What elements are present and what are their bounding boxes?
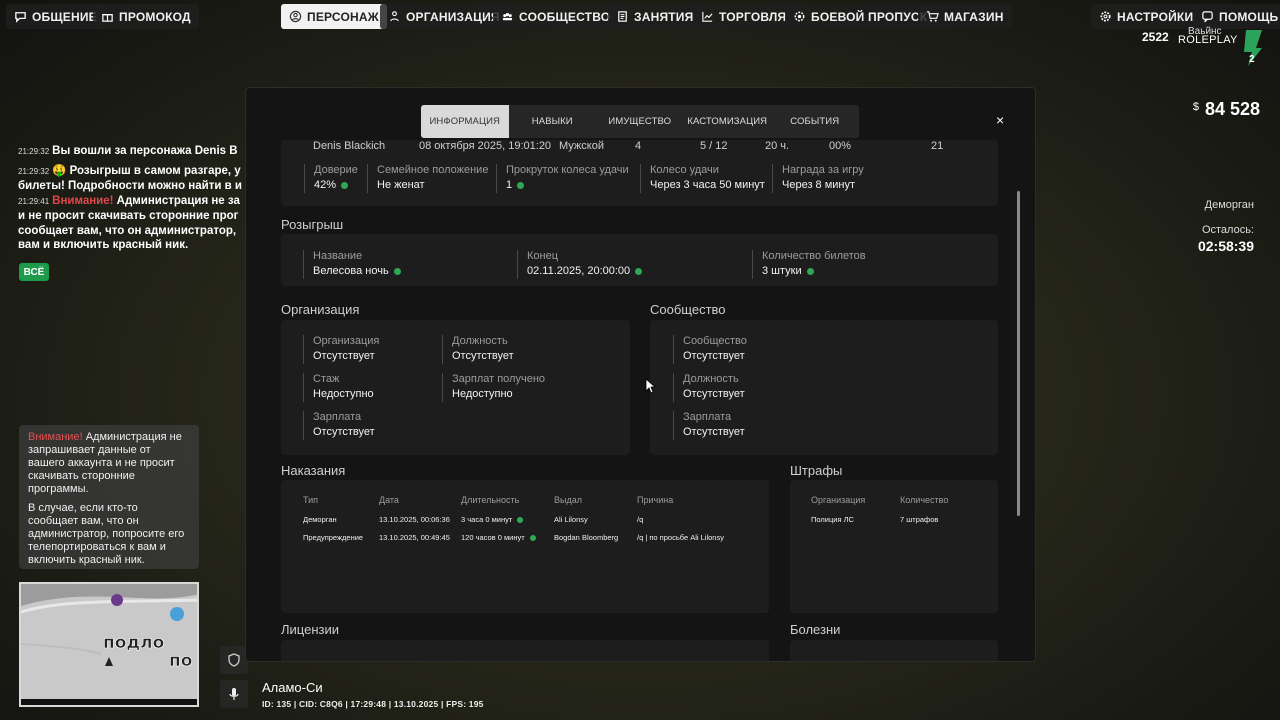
session-info: ID: 135 | CID: C8Q6 | 17:29:48 | 13.10.2… — [262, 699, 484, 709]
col-reason: Причина — [637, 495, 674, 505]
shield-icon — [228, 653, 240, 667]
top-nav-bar: ОБЩЕНИЕ ПРОМОКОД ПЕРСОНАЖ ОРГАНИЗАЦИЯ СО… — [0, 4, 1280, 30]
status-dot-icon — [635, 267, 643, 275]
raffle-tickets-field: Количество билетов 3 штуки — [752, 250, 866, 279]
community-title: Сообщество — [650, 302, 726, 317]
nav-trade-button[interactable]: ТОРГОВЛЯ — [693, 4, 795, 29]
field-play-reward: Награда за игру Через 8 минут — [772, 164, 864, 193]
org-tenure-field: Стаж Недоступно — [303, 373, 374, 402]
server-logo: 2522 Ваьйнс ROLEPLAY 2 — [1140, 26, 1265, 70]
nav-activities-button[interactable]: ЗАНЯТИЯ — [608, 4, 702, 29]
licenses-title: Лицензии — [281, 622, 339, 637]
tab-skills[interactable]: НАВЫКИ — [509, 105, 597, 138]
diseases-card — [790, 640, 998, 661]
group-icon — [501, 10, 514, 23]
nav-community-button[interactable]: СООБЩЕСТВО — [493, 4, 619, 29]
raffle-title: Розыгрыш — [281, 217, 344, 232]
user-circle-icon — [289, 10, 302, 23]
svg-text:по: по — [169, 651, 192, 671]
svg-text:подло: подло — [103, 633, 164, 653]
gift-icon — [101, 10, 114, 23]
field-marital: Семейное положение Не женат — [367, 164, 488, 193]
col-type: Тип — [303, 495, 319, 505]
community-name-field: Сообщество Отсутствует — [673, 335, 747, 364]
logo-badge-icon: 2 — [1244, 30, 1262, 66]
licenses-card — [281, 640, 769, 661]
tab-information[interactable]: ИНФОРМАЦИЯ — [421, 105, 509, 138]
organization-title: Организация — [281, 302, 360, 317]
modal-tabs: ИНФОРМАЦИЯ НАВЫКИ ИМУЩЕСТВО КАСТОМИЗАЦИЯ… — [421, 105, 859, 138]
org-name-field: Организация Отсутствует — [303, 335, 379, 364]
gear-icon — [1099, 10, 1112, 23]
col-issuer: Выдал — [554, 495, 582, 505]
admin-notice: Внимание! Администрация не запрашивает д… — [19, 425, 199, 569]
minimap[interactable]: подло по — [19, 582, 199, 707]
info-cut-row: Denis Blackich 08 октября 2025, 19:01:20… — [313, 140, 944, 152]
gear-badge-icon — [793, 10, 806, 23]
raffle-end-field: Конец 02.11.2025, 20:00:00 — [517, 250, 643, 279]
chat-all-button[interactable]: ВСЁ — [19, 263, 49, 281]
field-wheel: Колесо удачи Через 3 часа 50 минут — [640, 164, 765, 193]
nav-shop-button[interactable]: МАГАЗИН — [918, 4, 1012, 29]
punishments-card — [281, 480, 769, 613]
svg-text:2: 2 — [1249, 54, 1255, 65]
nav-battlepass-button[interactable]: БОЕВОЙ ПРОПУСК — [785, 4, 936, 29]
field-wheel-spins: Прокруток колеса удачи 1 — [496, 164, 629, 193]
minimap-svg: подло по — [21, 584, 197, 705]
currency-sign: $ — [1192, 101, 1199, 113]
diseases-title: Болезни — [790, 622, 841, 637]
logo-number: 2522 — [1142, 30, 1169, 44]
nav-organization-button[interactable]: ОРГАНИЗАЦИЯ — [380, 4, 508, 29]
punishments-title: Наказания — [281, 463, 346, 478]
status-dot-icon — [529, 534, 536, 541]
nav-promo-button[interactable]: ПРОМОКОД — [93, 4, 199, 29]
community-position-field: Должность Отсутствует — [673, 373, 745, 402]
location-name: Аламо-Си — [262, 680, 323, 695]
people-icon — [388, 10, 401, 23]
help-bubble-icon — [1201, 10, 1214, 23]
microphone-icon — [229, 688, 239, 700]
org-position-field: Должность Отсутствует — [442, 335, 514, 364]
fines-title: Штрафы — [790, 463, 843, 478]
money-face-icon: 🤑 — [52, 164, 67, 177]
voice-mic-button[interactable] — [220, 680, 248, 708]
org-salaries-field: Зарплат получено Недоступно — [442, 373, 545, 402]
status-dot-icon — [517, 181, 525, 189]
raffle-name-field: Название Велесова ночь — [303, 250, 401, 279]
character-modal: ИНФОРМАЦИЯ НАВЫКИ ИМУЩЕСТВО КАСТОМИЗАЦИЯ… — [245, 87, 1036, 662]
cart-icon — [926, 10, 939, 23]
close-button[interactable]: × — [996, 112, 1004, 128]
chat-bubble-icon — [14, 10, 27, 23]
col-duration: Длительность — [461, 495, 520, 505]
money-display: $ 84 528 — [1193, 99, 1260, 120]
scrollbar-thumb[interactable] — [1017, 191, 1020, 516]
remaining-time: 02:58:39 — [1197, 238, 1254, 254]
status-dot-icon — [517, 516, 524, 523]
book-icon — [616, 10, 629, 23]
jail-status-label: Деморган — [1204, 199, 1254, 211]
status-dot-icon — [341, 181, 349, 189]
tab-events[interactable]: СОБЫТИЯ — [771, 105, 859, 138]
mouse-cursor-icon — [645, 378, 655, 394]
status-dot-icon — [393, 267, 401, 275]
tab-customization[interactable]: КАСТОМИЗАЦИЯ — [684, 105, 772, 138]
status-dot-icon — [806, 267, 814, 275]
remaining-label: Осталось: — [1201, 224, 1254, 236]
nav-chat-button[interactable]: ОБЩЕНИЕ — [6, 4, 105, 29]
logo-line2: ROLEPLAY — [1178, 34, 1238, 46]
field-trust: Доверие 42% — [304, 164, 358, 193]
map-marker-button[interactable] — [220, 646, 248, 674]
col-fine-count: Количество — [900, 495, 949, 505]
org-salary-field: Зарплата Отсутствует — [303, 411, 375, 440]
community-salary-field: Зарплата Отсутствует — [673, 411, 745, 440]
col-fine-org: Организация — [811, 495, 866, 505]
col-date: Дата — [379, 495, 399, 505]
chart-line-icon — [701, 10, 714, 23]
money-value: 84 528 — [1204, 99, 1260, 119]
nav-character-button[interactable]: ПЕРСОНАЖ — [281, 4, 387, 29]
tab-property[interactable]: ИМУЩЕСТВО — [596, 105, 684, 138]
